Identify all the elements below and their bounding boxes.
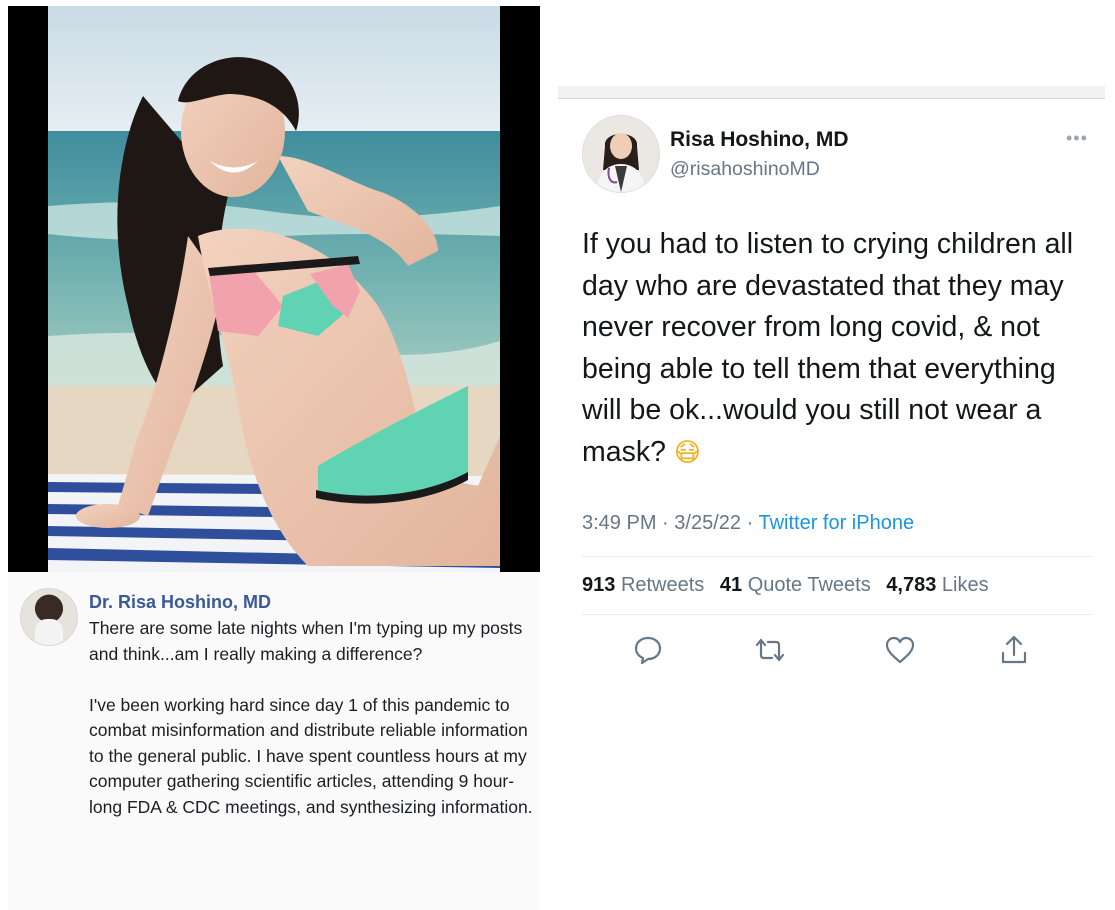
retweet-icon[interactable] [754,634,786,666]
post-body: There are some late nights when I'm typi… [89,616,534,846]
tweet-source-link[interactable]: Twitter for iPhone [758,512,914,534]
meta-separator: · [662,512,669,534]
tweet-body: If you had to listen to crying children … [582,228,1074,468]
likes-count: 4,783 [886,574,937,596]
post-paragraph: There are some late nights when I'm typi… [89,618,523,664]
post-content: Dr. Risa Hoshino, MD There are some late… [8,572,540,910]
more-options-icon[interactable]: ••• [1066,128,1088,149]
tweet-action-bar [632,634,1072,666]
tweet-author-name[interactable]: Risa Hoshino, MD [670,128,849,152]
mask-emoji: 😷 [673,437,701,468]
post-paragraph: I've been working hard since day 1 of th… [89,694,533,817]
retweets-stat[interactable]: 913 Retweets [582,574,704,596]
tweet-avatar[interactable] [582,115,660,193]
tweet-text: If you had to listen to crying children … [582,224,1097,474]
divider [582,614,1092,615]
post-photo-frame [8,6,540,572]
beach-photo[interactable] [48,6,500,572]
retweets-count: 913 [582,574,616,596]
tweet-author-handle[interactable]: @risahoshinoMD [670,158,820,181]
author-avatar[interactable] [20,588,78,646]
tweet-time[interactable]: 3:49 PM [582,512,656,534]
likes-stat[interactable]: 4,783 Likes [886,574,988,596]
avatar-illustration [583,116,659,192]
facebook-post: Dr. Risa Hoshino, MD There are some late… [8,6,540,910]
retweets-label: Retweets [620,574,705,596]
tweet-top-border [558,86,1105,99]
likes-label: Likes [941,574,989,596]
quote-tweets-count: 41 [719,574,743,596]
author-name[interactable]: Dr. Risa Hoshino, MD [89,592,271,613]
reply-icon[interactable] [632,634,664,666]
tweet-card: Risa Hoshino, MD @risahoshinoMD ••• If y… [558,86,1105,684]
beach-photo-illustration [48,6,500,572]
quote-tweets-stat[interactable]: 41 Quote Tweets [720,574,871,596]
meta-separator: · [746,512,754,534]
divider [582,556,1092,557]
quote-tweets-label: Quote Tweets [747,574,871,596]
tweet-date[interactable]: 3/25/22 [674,512,741,534]
like-icon[interactable] [884,634,916,666]
share-icon[interactable] [998,634,1030,666]
tweet-stats: 913 Retweets 41 Quote Tweets 4,783 Likes [582,574,999,597]
tweet-timestamp: 3:49 PM · 3/25/22 · Twitter for iPhone [582,512,914,535]
